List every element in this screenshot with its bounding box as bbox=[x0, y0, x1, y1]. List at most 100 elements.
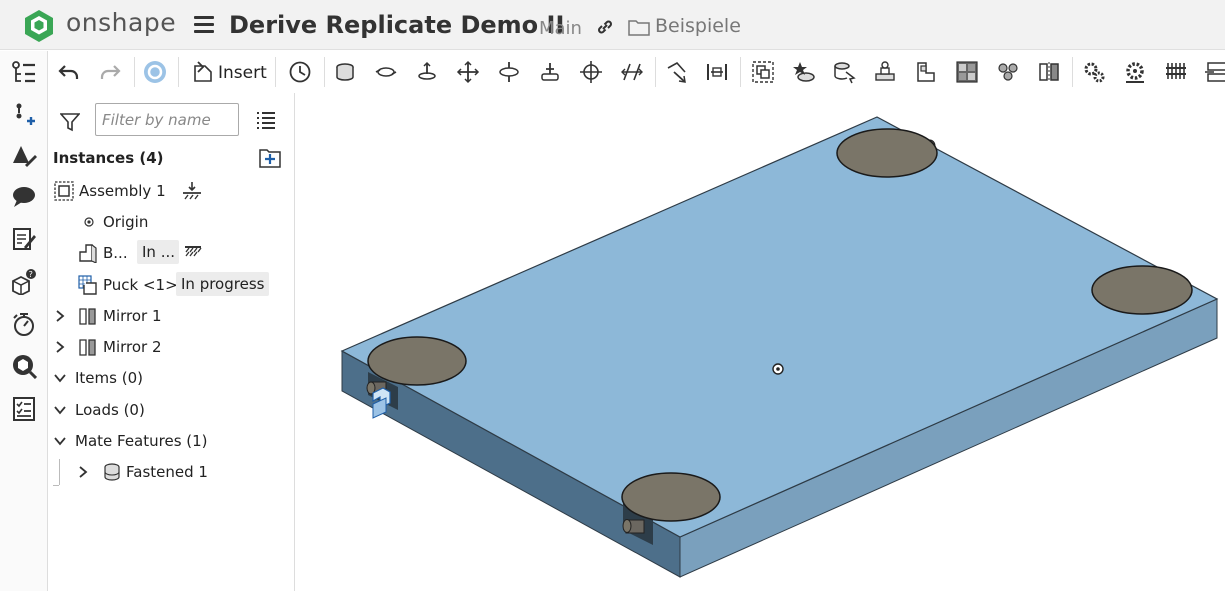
chevron-right-icon[interactable] bbox=[77, 465, 89, 479]
puck-top-back[interactable] bbox=[836, 128, 938, 178]
explode-view-icon[interactable] bbox=[955, 60, 979, 84]
filter-icon[interactable] bbox=[60, 112, 80, 132]
graphics-viewport[interactable] bbox=[295, 93, 1225, 591]
chevron-right-icon[interactable] bbox=[54, 309, 66, 323]
feature-list-icon[interactable] bbox=[11, 60, 37, 86]
link-icon[interactable] bbox=[596, 18, 614, 36]
mirror-2-label: Mirror 2 bbox=[103, 338, 162, 356]
group-icon[interactable] bbox=[751, 60, 775, 84]
appearance-icon[interactable] bbox=[11, 143, 37, 169]
instances-label: Instances (4) bbox=[53, 149, 164, 167]
tree-item-mirror-2[interactable]: Mirror 2 bbox=[48, 334, 294, 360]
mate-connector-icon[interactable] bbox=[792, 60, 816, 84]
gear-relation-icon[interactable] bbox=[914, 60, 938, 84]
toolbar-separator bbox=[655, 57, 656, 87]
document-title[interactable]: Derive Replicate Demo II bbox=[229, 11, 564, 39]
insert-icon[interactable] bbox=[191, 60, 215, 84]
pattern-icon[interactable] bbox=[996, 60, 1020, 84]
fastened-mate-icon[interactable] bbox=[333, 60, 357, 84]
tree-section-mate-features[interactable]: Mate Features (1) bbox=[48, 428, 294, 454]
puck-right[interactable] bbox=[1091, 265, 1193, 315]
revolute-mate-icon[interactable] bbox=[374, 60, 398, 84]
chevron-right-icon[interactable] bbox=[54, 340, 66, 354]
tree-item-mirror-1[interactable]: Mirror 1 bbox=[48, 303, 294, 329]
puck-status-badge: In progress bbox=[176, 272, 270, 296]
pin-slot-mate-icon[interactable] bbox=[538, 60, 562, 84]
mirror-icon bbox=[79, 308, 96, 325]
workspace-name[interactable]: Main bbox=[539, 18, 582, 39]
tree-item-origin[interactable]: Origin bbox=[48, 209, 294, 235]
tree-item-part-b[interactable]: B... In ... bbox=[48, 240, 294, 266]
folder-name[interactable]: Beispiele bbox=[655, 15, 741, 37]
part-studio-icon bbox=[79, 244, 97, 263]
gear-settings-icon[interactable] bbox=[1123, 60, 1147, 84]
items-label: Items (0) bbox=[75, 369, 143, 387]
loads-label: Loads (0) bbox=[75, 401, 145, 419]
puck-left[interactable] bbox=[367, 336, 467, 386]
origin-label: Origin bbox=[103, 213, 149, 231]
assembly-model[interactable] bbox=[295, 93, 1225, 591]
toolbar-separator bbox=[740, 57, 741, 87]
puck-front[interactable] bbox=[621, 472, 721, 522]
comments-icon[interactable] bbox=[11, 184, 37, 210]
gear-icon[interactable] bbox=[1082, 60, 1106, 84]
undo-icon[interactable] bbox=[57, 60, 81, 84]
left-rail: ? bbox=[0, 51, 48, 591]
mass-properties-icon[interactable]: ? bbox=[11, 269, 37, 297]
add-connector-icon[interactable] bbox=[11, 102, 37, 128]
notes-icon[interactable] bbox=[11, 226, 37, 252]
mate-features-label: Mate Features (1) bbox=[75, 432, 208, 450]
width-mate-icon[interactable] bbox=[705, 60, 729, 84]
onshape-search-icon[interactable] bbox=[11, 353, 38, 380]
tree-item-puck[interactable]: Puck <1> In progress bbox=[48, 272, 294, 298]
redo-icon[interactable] bbox=[98, 60, 122, 84]
relation-icon[interactable] bbox=[873, 60, 897, 84]
filter-by-name-input[interactable] bbox=[95, 103, 239, 136]
regenerate-icon[interactable] bbox=[143, 60, 167, 84]
fixed-ground-icon bbox=[183, 182, 201, 200]
part-b-status-badge: In ... bbox=[137, 240, 179, 264]
origin-marker-dot bbox=[776, 367, 780, 371]
instance-list-panel: Instances (4) Assembly 1 Origin B... In … bbox=[48, 93, 295, 591]
main-menu-icon[interactable] bbox=[194, 16, 214, 34]
brand-name: onshape bbox=[66, 8, 177, 37]
slider-mate-icon[interactable] bbox=[415, 60, 439, 84]
toolbar-separator bbox=[178, 57, 179, 87]
chevron-down-icon[interactable] bbox=[53, 404, 67, 416]
folder-icon[interactable] bbox=[628, 19, 650, 36]
cylindrical-mate-icon[interactable] bbox=[497, 60, 521, 84]
mirror-icon[interactable] bbox=[1037, 60, 1061, 84]
tree-section-loads[interactable]: Loads (0) bbox=[48, 397, 294, 423]
replicate-icon[interactable] bbox=[832, 60, 856, 84]
derived-part-icon bbox=[78, 275, 97, 295]
simulation-timer-icon[interactable] bbox=[11, 311, 37, 337]
timeline-icon[interactable] bbox=[288, 60, 312, 84]
tree-item-assembly[interactable]: Assembly 1 bbox=[48, 178, 294, 204]
parallel-mate-icon[interactable] bbox=[620, 60, 644, 84]
instances-header: Instances (4) bbox=[48, 145, 294, 171]
fastened-mate-icon bbox=[104, 463, 120, 481]
tree-section-items[interactable]: Items (0) bbox=[48, 365, 294, 391]
onshape-logo-icon[interactable] bbox=[22, 9, 56, 43]
linear-relation-icon[interactable] bbox=[1204, 60, 1225, 84]
list-view-icon[interactable] bbox=[256, 111, 276, 129]
add-folder-icon[interactable] bbox=[258, 147, 282, 169]
tree-item-fastened[interactable]: Fastened 1 bbox=[48, 459, 294, 486]
insert-button[interactable]: Insert bbox=[218, 63, 267, 83]
toolbar-separator bbox=[1072, 57, 1073, 87]
chevron-down-icon[interactable] bbox=[53, 435, 67, 447]
tree-guide-line bbox=[59, 459, 60, 485]
toolbar-separator bbox=[275, 57, 276, 87]
planar-mate-icon[interactable] bbox=[456, 60, 480, 84]
tangent-mate-icon[interactable] bbox=[665, 60, 689, 84]
ball-mate-icon[interactable] bbox=[579, 60, 603, 84]
plate-top-face bbox=[340, 116, 1219, 538]
toolbar-separator bbox=[324, 57, 325, 87]
checklist-icon[interactable] bbox=[11, 396, 37, 422]
rack-pinion-icon[interactable] bbox=[1164, 60, 1188, 84]
toolbar-separator bbox=[134, 57, 135, 87]
chevron-down-icon[interactable] bbox=[53, 372, 67, 384]
tree-guide-tick bbox=[53, 485, 59, 486]
pin-end bbox=[622, 519, 632, 533]
origin-icon bbox=[84, 217, 94, 227]
